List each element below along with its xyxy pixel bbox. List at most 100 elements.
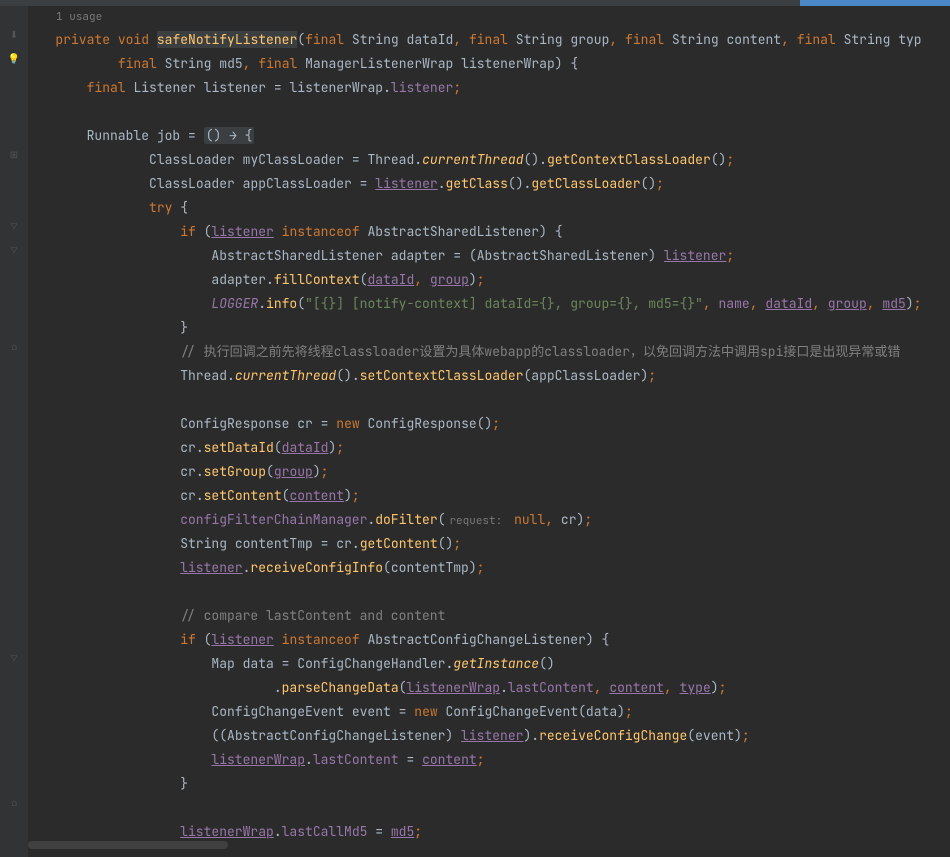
variable: adapter [211,271,266,288]
code-content[interactable]: 1 usage private void safeNotifyListener(… [28,6,950,857]
parameter: group [570,31,609,48]
variable-link[interactable]: listener [664,247,726,264]
parameter-link[interactable]: type [680,679,711,696]
parameter-link[interactable]: content [422,751,477,768]
code-line[interactable]: listener.receiveConfigInfo(contentTmp); [32,556,950,580]
keyword: final [469,31,508,48]
variable: listenerWrap [290,79,384,96]
code-line[interactable]: // 执行回调之前先将线程classloader设置为具体webapp的clas… [32,340,950,364]
variable-link[interactable]: listenerWrap [211,751,305,768]
variable: data [586,703,617,720]
gutter: ⬇ 💡 ⊞ ▽ ▽ ⌂ ▽ ⌂ [0,6,28,857]
parameter-link[interactable]: group [828,295,867,312]
code-line[interactable]: final Listener listener = listenerWrap.l… [32,76,950,100]
variable-link[interactable]: listenerWrap [406,679,500,696]
gutter-lock-icon[interactable]: ⌂ [0,334,28,358]
variable-link[interactable]: listener [211,223,273,240]
code-line[interactable]: configFilterChainManager.doFilter(reques… [32,508,950,532]
fold-expand-icon[interactable]: ⊞ [0,142,28,166]
code-line[interactable]: ConfigResponse cr = new ConfigResponse()… [32,412,950,436]
gutter-spacer [0,430,28,454]
code-line[interactable]: String contentTmp = cr.getContent(); [32,532,950,556]
code-line[interactable]: if (listener instanceof AbstractConfigCh… [32,628,950,652]
code-line[interactable]: cr.setContent(content); [32,484,950,508]
code-line[interactable]: Runnable job = () → { [32,124,950,148]
code-line[interactable]: cr.setGroup(group); [32,460,950,484]
operator: = [399,703,407,720]
parameter-link[interactable]: dataId [282,439,329,456]
variable: adapter [391,247,446,264]
type: ClassLoader [149,151,235,168]
variable-link[interactable]: listener [461,727,523,744]
code-line[interactable]: ((AbstractConfigChangeListener) listener… [32,724,950,748]
gutter-marker-icon[interactable]: ▽ [0,214,28,238]
usage-hint[interactable]: 1 usage [32,6,950,28]
parameter-link[interactable]: content [609,679,664,696]
method-call: doFilter [375,511,437,528]
variable-link[interactable]: listener [211,631,273,648]
brace: } [180,775,188,792]
gutter-spacer [0,286,28,310]
parameter: listenerWrap [461,55,555,72]
parameter-link[interactable]: dataId [765,295,812,312]
variable: myClassLoader [243,151,344,168]
code-line[interactable]: adapter.fillContext(dataId, group); [32,268,950,292]
keyword: final [797,31,836,48]
operator: = [188,127,196,144]
code-line[interactable]: // compare lastContent and content [32,604,950,628]
gutter-marker-icon[interactable]: ▽ [0,646,28,670]
variable: cr [297,415,313,432]
variable: data [243,655,274,672]
field: lastContent [508,679,594,696]
brace: { [602,631,610,648]
code-line[interactable]: try { [32,196,950,220]
code-line[interactable]: private void safeNotifyListener(final St… [32,28,950,52]
horizontal-scrollbar[interactable] [28,841,228,849]
code-line[interactable]: ClassLoader myClassLoader = Thread.curre… [32,148,950,172]
field: lastContent [313,751,399,768]
code-line[interactable]: Thread.currentThread().setContextClassLo… [32,364,950,388]
keyword: final [118,55,157,72]
type: String [352,31,399,48]
intention-bulb-icon[interactable]: 💡 [0,46,28,70]
parameter-link[interactable]: md5 [882,295,905,312]
gutter-marker-icon[interactable]: ▽ [0,238,28,262]
gutter-spacer [0,766,28,790]
constructor: ConfigResponse [367,415,476,432]
keyword: final [305,31,344,48]
code-line[interactable]: AbstractSharedListener adapter = (Abstra… [32,244,950,268]
code-line[interactable]: ClassLoader appClassLoader = listener.ge… [32,172,950,196]
code-line[interactable]: if (listener instanceof AbstractSharedLi… [32,220,950,244]
code-line[interactable]: .parseChangeData(listenerWrap.lastConten… [32,676,950,700]
keyword: void [118,31,149,48]
parameter-link[interactable]: group [430,271,469,288]
parameter-link[interactable]: md5 [391,823,414,840]
code-line[interactable]: final String md5, final ManagerListenerW… [32,52,950,76]
code-line[interactable]: listenerWrap.lastContent = content; [32,748,950,772]
parameter-link[interactable]: group [274,463,313,480]
code-line[interactable]: ConfigChangeEvent event = new ConfigChan… [32,700,950,724]
code-line[interactable]: LOGGER.info("[{}] [notify-context] dataI… [32,292,950,316]
variable-link[interactable]: listener [375,175,437,192]
variable: cr [180,463,196,480]
gutter-spacer [0,478,28,502]
keyword: null [514,511,545,528]
variable-link[interactable]: listenerWrap [180,823,274,840]
code-line[interactable] [32,796,950,820]
code-line[interactable] [32,580,950,604]
parameter-link[interactable]: content [289,487,344,504]
code-line[interactable]: } [32,772,950,796]
code-line[interactable]: } [32,316,950,340]
code-line[interactable] [32,388,950,412]
method-call: getContent [360,535,438,552]
code-editor[interactable]: ⬇ 💡 ⊞ ▽ ▽ ⌂ ▽ ⌂ 1 usage pri [0,6,950,857]
code-line[interactable]: cr.setDataId(dataId); [32,436,950,460]
variable-link[interactable]: listener [180,559,242,576]
parameter-link[interactable]: dataId [367,271,414,288]
field: lastCallMd5 [282,823,368,840]
gutter-override-icon[interactable]: ⬇ [0,22,28,46]
code-line[interactable]: Map data = ConfigChangeHandler.getInstan… [32,652,950,676]
gutter-spacer [0,718,28,742]
gutter-lock-icon[interactable]: ⌂ [0,790,28,814]
code-line[interactable] [32,100,950,124]
